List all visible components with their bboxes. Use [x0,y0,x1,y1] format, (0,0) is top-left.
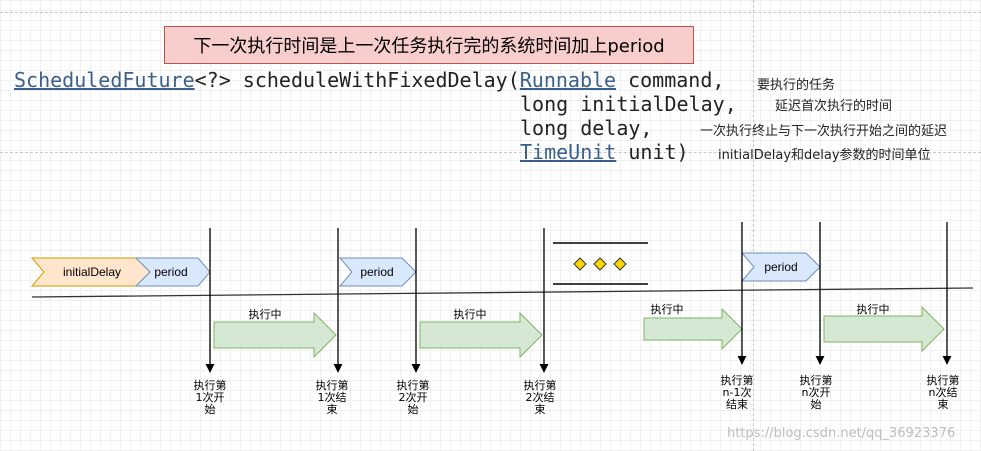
ellipsis-diamond-1 [573,257,587,271]
ellipsis-diamond-2 [593,257,607,271]
event-label-5: 执行第 n-1次 结束 [720,374,754,411]
timeline-baseline [31,287,974,298]
executing-label-1: 执行中 [249,307,282,321]
watermark: https://blog.csdn.net/qq_36923376 [727,426,956,441]
event-label-4: 执行第 2次结束 [523,379,557,416]
event-label-7: 执行第 n次结束 [926,374,960,411]
executing-label-3: 执行中 [651,302,684,316]
period-label-3: period [764,260,797,274]
executing-label-4: 执行中 [857,302,890,316]
event-label-2: 执行第 1次结束 [315,379,349,416]
event-label-6: 执行第 n次开始 [799,374,833,411]
executing-label-2: 执行中 [454,307,487,321]
event-label-3: 执行第 2次开始 [396,379,430,416]
period-label-1: period [154,265,187,279]
period-label-2: period [360,265,393,279]
initial-delay-label: initialDelay [63,265,121,279]
event-label-1: 执行第 1次开始 [193,379,227,416]
ellipsis-diamond-3 [613,257,627,271]
